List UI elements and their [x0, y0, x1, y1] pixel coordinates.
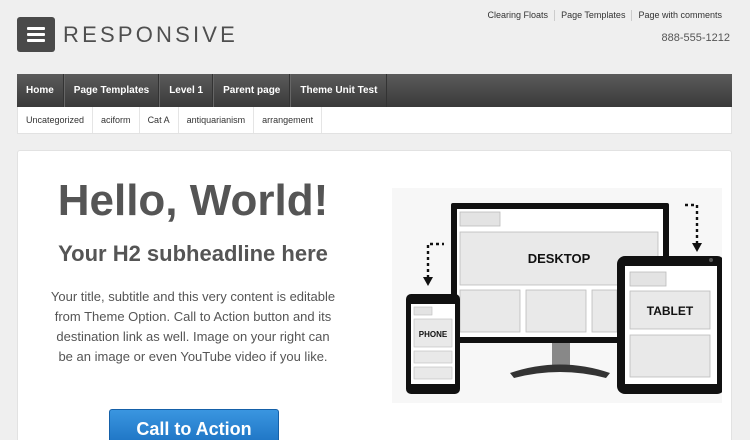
sub-nav-item[interactable]: Uncategorized: [18, 107, 94, 133]
devices-illustration: DESKTOP TABLET PHONE: [392, 188, 722, 403]
main-nav: Home Page Templates Level 1 Parent page …: [17, 74, 732, 107]
desktop-label: DESKTOP: [528, 251, 591, 266]
featured-content: Hello, World! Your H2 subheadline here Y…: [17, 150, 732, 440]
nav-item-home[interactable]: Home: [17, 74, 64, 107]
call-to-action-button[interactable]: Call to Action: [109, 409, 279, 440]
top-menu-item[interactable]: Page Templates: [554, 10, 631, 21]
top-menu: Clearing Floats Page Templates Page with…: [482, 10, 728, 21]
sub-nav-item[interactable]: Cat A: [140, 107, 179, 133]
sub-nav-item[interactable]: aciform: [93, 107, 140, 133]
hero-subheadline: Your H2 subheadline here: [58, 241, 328, 266]
nav-item-theme-unit-test[interactable]: Theme Unit Test: [290, 74, 388, 107]
top-menu-item[interactable]: Clearing Floats: [482, 10, 555, 21]
sub-nav: Uncategorized aciform Cat A antiquariani…: [17, 107, 732, 134]
phone-number: 888-555-1212: [661, 32, 730, 44]
phone-label: PHONE: [419, 330, 448, 339]
nav-item-page-templates[interactable]: Page Templates: [63, 74, 160, 107]
menu-icon[interactable]: [17, 17, 55, 52]
sub-nav-item[interactable]: arrangement: [254, 107, 323, 133]
nav-item-level-1[interactable]: Level 1: [159, 74, 214, 107]
hero-headline: Hello, World!: [57, 176, 329, 225]
nav-item-parent-page[interactable]: Parent page: [213, 74, 291, 107]
tablet-label: TABLET: [647, 304, 694, 318]
site-logo[interactable]: RESPONSIVE: [63, 22, 238, 48]
sub-nav-item[interactable]: antiquarianism: [179, 107, 255, 133]
top-menu-item[interactable]: Page with comments: [631, 10, 728, 21]
hero-description: Your title, subtitle and this very conte…: [50, 289, 336, 364]
